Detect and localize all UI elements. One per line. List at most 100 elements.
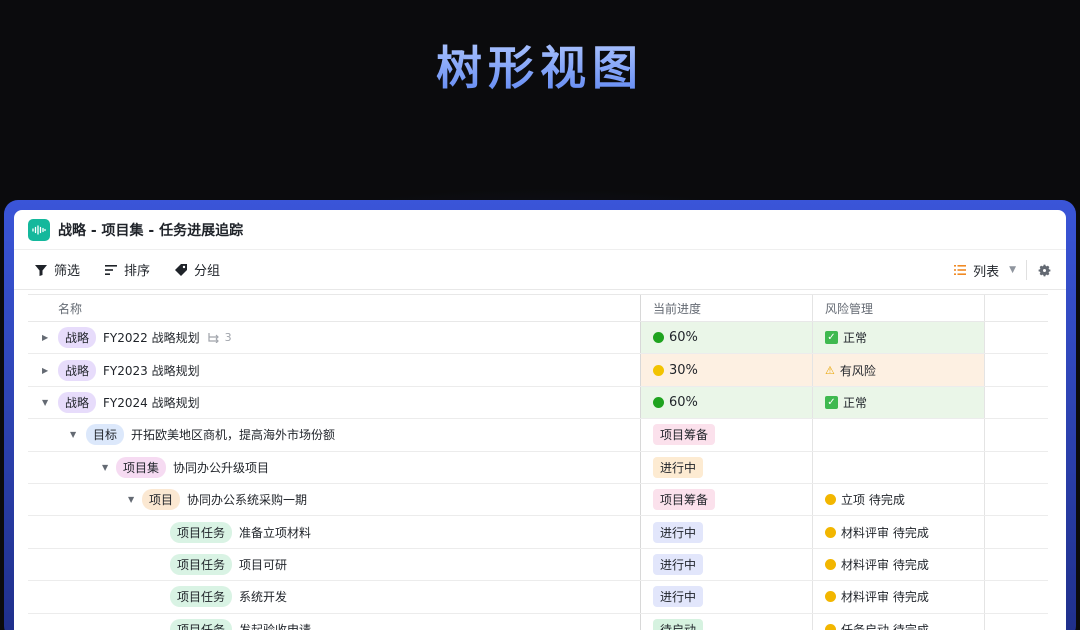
progress-cell[interactable]: 进行中 [640,581,812,613]
risk-cell[interactable] [812,419,984,451]
toolbar-divider [1026,260,1027,280]
progress-cell[interactable]: 进行中 [640,516,812,548]
chevron-down-icon: ▼ [1009,265,1016,275]
status-badge: 项目筹备 [653,489,716,511]
list-view-icon [954,265,967,275]
pending-dot-icon [825,623,836,630]
risk-value: 材料评审 待完成 [841,525,929,540]
table-row[interactable]: ▼ 项目集 协同办公升级项目 进行中 [28,451,1048,484]
collapse-arrow-icon[interactable]: ▼ [42,398,48,407]
empty-cell [984,483,1048,516]
empty-cell [984,581,1048,613]
tree-table: 名称 当前进度 风险管理 ▶ 战略 FY2022 战略规划 3 60% ✓ 正常… [28,294,1048,630]
subitem-count-value: 3 [224,331,232,345]
status-badge: 进行中 [653,521,704,543]
type-tag: 项目集 [116,456,167,478]
filter-label: 筛选 [54,264,81,279]
table-row[interactable]: 项目任务 准备立项材料 进行中 材料评审 待完成 [28,516,1048,549]
empty-cell [984,516,1048,548]
view-label: 列表 [973,264,1000,280]
name-cell: ▶ 战略 FY2022 战略规划 3 [28,322,640,353]
pending-dot-icon [825,591,836,603]
collapse-arrow-icon[interactable]: ▼ [70,430,76,439]
table-row[interactable]: 项目任务 系统开发 进行中 材料评审 待完成 [28,581,1048,614]
risk-cell[interactable]: 材料评审 待完成 [812,548,984,581]
risk-cell[interactable]: 材料评审 待完成 [812,581,984,613]
table-row[interactable]: ▶ 战略 FY2023 战略规划 30% ⚠ 有风险 [28,354,1048,387]
risk-cell[interactable] [812,451,984,483]
status-badge: 进行中 [653,553,704,575]
row-name: 开拓欧美地区商机，提高海外市场份额 [131,428,336,443]
progress-cell[interactable]: 进行中 [640,451,812,483]
empty-cell [984,322,1048,354]
app-window: 战略 - 项目集 - 任务进展追踪 筛选 排序 分组 列表 ▼ 名称 当前进度 … [14,210,1066,630]
status-badge: 进行中 [653,456,704,478]
subitem-count: 3 [208,331,232,344]
progress-dot-icon [653,364,664,376]
table-header: 名称 当前进度 风险管理 [28,294,1048,322]
name-cell: ▼ 战略 FY2024 战略规划 [28,387,640,418]
progress-cell[interactable]: 进行中 [640,548,812,581]
risk-cell[interactable]: ⚠ 有风险 [812,354,984,386]
column-header-empty [984,295,1048,321]
empty-cell [984,354,1048,386]
risk-cell[interactable]: 立项 待完成 [812,483,984,516]
type-tag: 战略 [58,327,97,349]
table-row[interactable]: ▼ 目标 开拓欧美地区商机，提高海外市场份额 项目筹备 [28,419,1048,452]
status-badge: 待启动 [653,618,704,630]
table-row[interactable]: 项目任务 发起验收申请 待启动 任务启动 待完成 [28,613,1048,630]
risk-value: 任务启动 待完成 [841,622,929,630]
risk-cell[interactable]: ✓ 正常 [812,386,984,419]
progress-dot-icon [653,332,664,344]
progress-value: 60% [669,330,698,346]
row-name: 准备立项材料 [239,525,312,540]
type-tag: 项目任务 [170,618,233,630]
sort-button[interactable]: 排序 [104,260,150,279]
status-badge: 进行中 [653,586,704,608]
type-tag: 项目 [142,489,181,511]
name-cell: ▶ 战略 FY2023 战略规划 [28,354,640,385]
risk-cell[interactable]: 材料评审 待完成 [812,516,984,548]
column-header-risk[interactable]: 风险管理 [812,295,984,321]
row-name: 发起验收申请 [239,622,312,630]
expand-arrow-icon[interactable]: ▶ [42,333,48,342]
progress-cell[interactable]: 待启动 [640,613,812,630]
progress-cell[interactable]: 60% [640,322,812,354]
check-icon: ✓ [825,331,838,345]
title-bar: 战略 - 项目集 - 任务进展追踪 [14,210,1066,250]
gear-icon[interactable] [1037,263,1052,278]
app-frame: 战略 - 项目集 - 任务进展追踪 筛选 排序 分组 列表 ▼ 名称 当前进度 … [4,200,1076,630]
progress-cell[interactable]: 项目筹备 [640,483,812,516]
filter-button[interactable]: 筛选 [34,260,80,279]
collapse-arrow-icon[interactable]: ▼ [102,463,108,472]
column-header-progress[interactable]: 当前进度 [640,295,812,321]
name-cell: 项目任务 系统开发 [28,581,640,612]
table-row[interactable]: 项目任务 项目可研 进行中 材料评审 待完成 [28,548,1048,582]
table-row[interactable]: ▼ 战略 FY2024 战略规划 60% ✓ 正常 [28,386,1048,420]
progress-cell[interactable]: 30% [640,354,812,386]
empty-cell [984,548,1048,581]
risk-value: 有风险 [839,363,876,378]
pending-dot-icon [825,558,836,570]
collapse-arrow-icon[interactable]: ▼ [128,495,134,504]
table-row[interactable]: ▼ 项目 协同办公系统采购一期 项目筹备 立项 待完成 [28,483,1048,517]
subtask-icon [208,333,219,344]
table-row[interactable]: ▶ 战略 FY2022 战略规划 3 60% ✓ 正常 [28,322,1048,355]
hero-title: 树形视图 [0,32,1080,98]
group-button[interactable]: 分组 [174,260,220,279]
view-switcher[interactable]: 列表 ▼ [953,261,1016,280]
check-icon: ✓ [825,395,838,409]
risk-cell[interactable]: ✓ 正常 [812,322,984,354]
empty-cell [984,386,1048,419]
progress-cell[interactable]: 项目筹备 [640,419,812,451]
toolbar: 筛选 排序 分组 列表 ▼ [14,250,1066,290]
expand-arrow-icon[interactable]: ▶ [42,366,48,375]
risk-cell[interactable]: 任务启动 待完成 [812,613,984,630]
row-name: 项目可研 [239,557,288,572]
name-cell: 项目任务 发起验收申请 [28,614,640,630]
name-cell: ▼ 目标 开拓欧美地区商机，提高海外市场份额 [28,419,640,450]
status-badge: 项目筹备 [653,424,716,446]
column-header-name[interactable]: 名称 [28,295,640,321]
type-tag: 战略 [58,359,97,381]
progress-cell[interactable]: 60% [640,386,812,419]
